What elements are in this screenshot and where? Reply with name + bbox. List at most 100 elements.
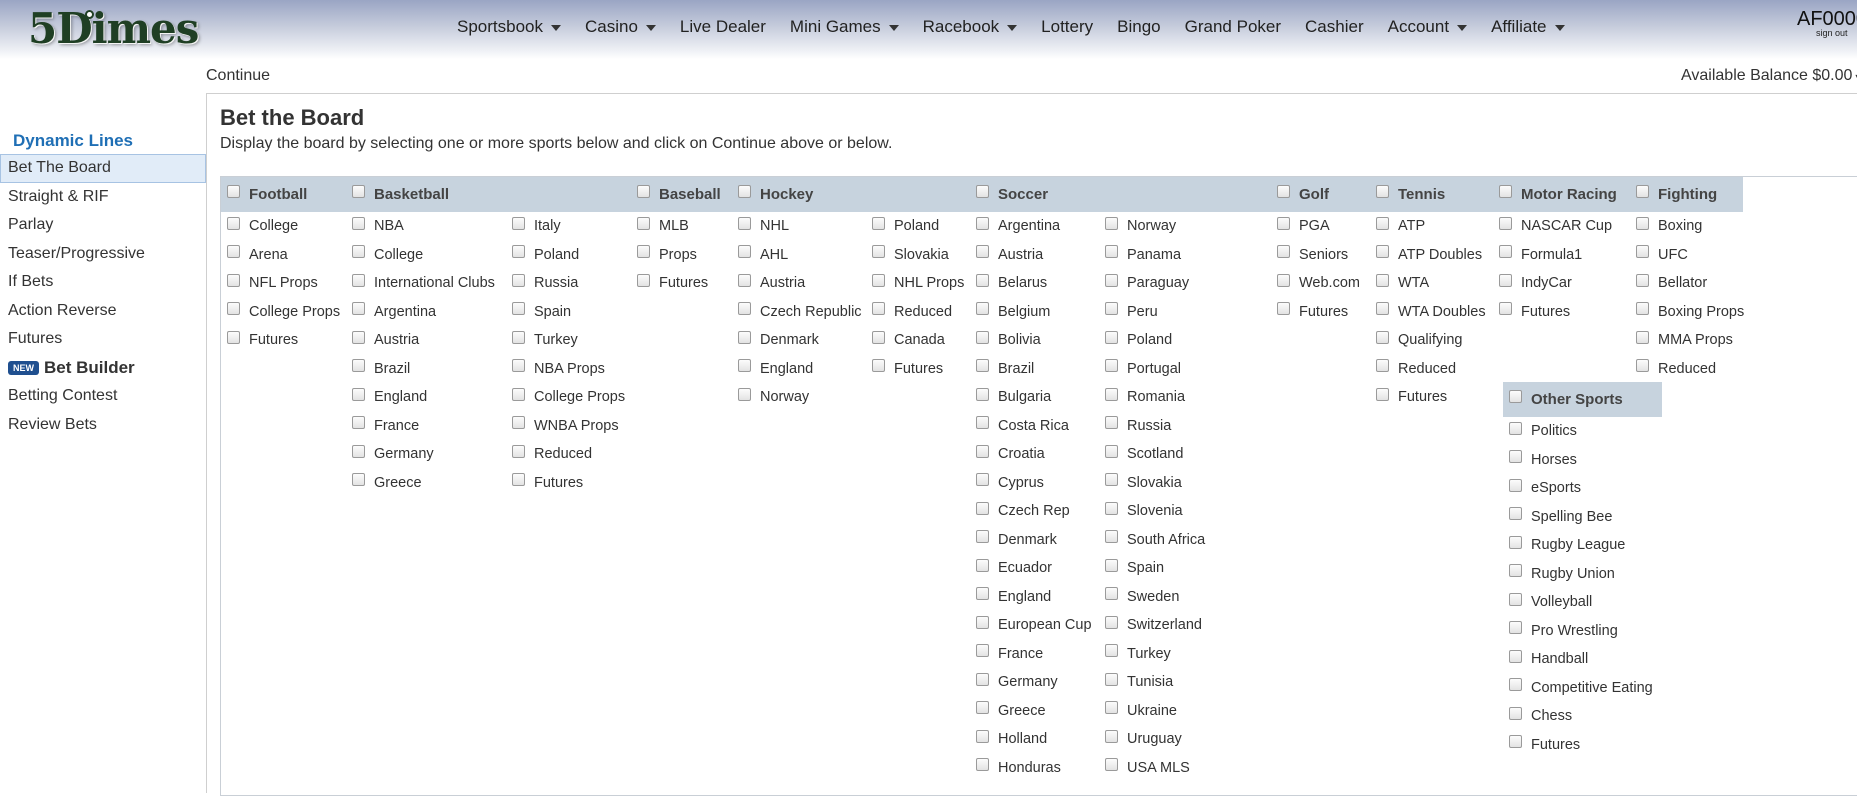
- sport-option[interactable]: Croatia: [970, 444, 1045, 464]
- sport-option[interactable]: Austria: [970, 245, 1043, 265]
- sport-option[interactable]: Futures: [1370, 387, 1447, 407]
- sport-option[interactable]: Sweden: [1099, 587, 1179, 607]
- checkbox[interactable]: [1509, 706, 1522, 720]
- checkbox[interactable]: [976, 615, 989, 629]
- sport-option[interactable]: Paraguay: [1099, 273, 1189, 293]
- checkbox-soccer[interactable]: [976, 185, 989, 198]
- checkbox[interactable]: [1509, 678, 1522, 691]
- checkbox[interactable]: [1376, 359, 1389, 372]
- sidebar-item-straight-rif[interactable]: Straight & RIF: [0, 183, 206, 212]
- sport-option[interactable]: College: [346, 245, 423, 265]
- sport-option[interactable]: Belarus: [970, 273, 1047, 293]
- sport-option[interactable]: Brazil: [346, 359, 410, 379]
- sport-option[interactable]: England: [732, 359, 813, 379]
- sport-option[interactable]: Switzerland: [1099, 615, 1202, 635]
- checkbox[interactable]: [976, 245, 989, 258]
- sport-option[interactable]: Spain: [506, 302, 571, 322]
- sport-option[interactable]: NHL: [732, 216, 789, 236]
- nav-sportsbook[interactable]: Sportsbook: [457, 15, 561, 39]
- checkbox[interactable]: [1105, 444, 1118, 458]
- checkbox[interactable]: [352, 387, 365, 401]
- sport-option[interactable]: ATP Doubles: [1370, 245, 1482, 265]
- sport-option[interactable]: Spain: [1099, 558, 1164, 578]
- sport-option[interactable]: Brazil: [970, 359, 1034, 379]
- checkbox[interactable]: [1277, 273, 1290, 287]
- checkbox[interactable]: [976, 473, 989, 486]
- checkbox[interactable]: [1105, 672, 1118, 686]
- sport-option[interactable]: Poland: [506, 245, 579, 265]
- checkbox[interactable]: [1105, 387, 1118, 401]
- checkbox[interactable]: [976, 587, 989, 600]
- checkbox[interactable]: [1509, 535, 1522, 549]
- checkbox[interactable]: [1636, 359, 1649, 372]
- checkbox[interactable]: [976, 501, 989, 515]
- sport-option[interactable]: Futures: [1503, 735, 1580, 755]
- checkbox[interactable]: [1376, 302, 1389, 315]
- checkbox[interactable]: [872, 245, 885, 258]
- checkbox[interactable]: [1277, 216, 1290, 230]
- checkbox[interactable]: [1105, 530, 1118, 543]
- checkbox[interactable]: [872, 302, 885, 315]
- sport-option[interactable]: Futures: [506, 473, 583, 493]
- checkbox[interactable]: [1499, 302, 1512, 315]
- sport-option[interactable]: Futures: [631, 273, 708, 293]
- sport-option[interactable]: College Props: [506, 387, 625, 407]
- sport-option[interactable]: European Cup: [970, 615, 1092, 635]
- sport-option[interactable]: Argentina: [346, 302, 436, 322]
- sport-option[interactable]: USA MLS: [1099, 758, 1190, 778]
- checkbox[interactable]: [976, 530, 989, 543]
- checkbox[interactable]: [872, 330, 885, 344]
- checkbox[interactable]: [1105, 216, 1118, 230]
- checkbox[interactable]: [1105, 330, 1118, 344]
- sport-option[interactable]: Reduced: [506, 444, 592, 464]
- checkbox[interactable]: [1499, 216, 1512, 230]
- checkbox[interactable]: [512, 216, 525, 230]
- sport-option[interactable]: MMA Props: [1630, 330, 1733, 350]
- sport-option[interactable]: Bolivia: [970, 330, 1041, 350]
- checkbox[interactable]: [1105, 245, 1118, 258]
- checkbox[interactable]: [976, 387, 989, 401]
- sport-option[interactable]: Bulgaria: [970, 387, 1051, 407]
- sport-option[interactable]: Uruguay: [1099, 729, 1182, 749]
- checkbox[interactable]: [352, 273, 365, 287]
- checkbox-hockey[interactable]: [738, 185, 751, 198]
- sidebar-item-futures[interactable]: Futures: [0, 325, 206, 354]
- checkbox[interactable]: [1636, 302, 1649, 315]
- sport-option[interactable]: Props: [631, 245, 697, 265]
- sport-option[interactable]: College: [221, 216, 298, 236]
- checkbox[interactable]: [512, 273, 525, 287]
- checkbox[interactable]: [1105, 359, 1118, 372]
- sport-option[interactable]: England: [970, 587, 1051, 607]
- checkbox[interactable]: [1105, 701, 1118, 714]
- sport-option[interactable]: IndyCar: [1493, 273, 1572, 293]
- sport-option[interactable]: AHL: [732, 245, 788, 265]
- sport-option[interactable]: Bellator: [1630, 273, 1707, 293]
- sign-out-link[interactable]: sign out: [1816, 28, 1848, 38]
- checkbox[interactable]: [1376, 387, 1389, 401]
- checkbox[interactable]: [1636, 216, 1649, 230]
- checkbox[interactable]: [227, 273, 240, 287]
- continue-link-top[interactable]: Continue: [206, 66, 270, 86]
- checkbox[interactable]: [1636, 273, 1649, 287]
- checkbox[interactable]: [1376, 330, 1389, 344]
- sport-option[interactable]: Reduced: [1630, 359, 1716, 379]
- sport-option[interactable]: Holland: [970, 729, 1047, 749]
- sport-option[interactable]: Poland: [866, 216, 939, 236]
- checkbox[interactable]: [976, 444, 989, 458]
- checkbox[interactable]: [637, 245, 650, 258]
- nav-mini-games[interactable]: Mini Games: [790, 15, 899, 39]
- sport-option[interactable]: NHL Props: [866, 273, 964, 293]
- nav-affiliate[interactable]: Affiliate: [1491, 15, 1565, 39]
- checkbox[interactable]: [1509, 621, 1522, 634]
- sport-option[interactable]: Qualifying: [1370, 330, 1462, 350]
- sport-option[interactable]: Czech Rep: [970, 501, 1070, 521]
- checkbox[interactable]: [872, 273, 885, 287]
- checkbox[interactable]: [512, 444, 525, 458]
- sport-option[interactable]: Volleyball: [1503, 592, 1592, 612]
- checkbox-tennis[interactable]: [1376, 185, 1389, 198]
- sport-option[interactable]: Germany: [346, 444, 434, 464]
- sport-option[interactable]: Reduced: [1370, 359, 1456, 379]
- checkbox[interactable]: [738, 245, 751, 258]
- checkbox[interactable]: [738, 359, 751, 372]
- sidebar-item-review-bets[interactable]: Review Bets: [0, 411, 206, 440]
